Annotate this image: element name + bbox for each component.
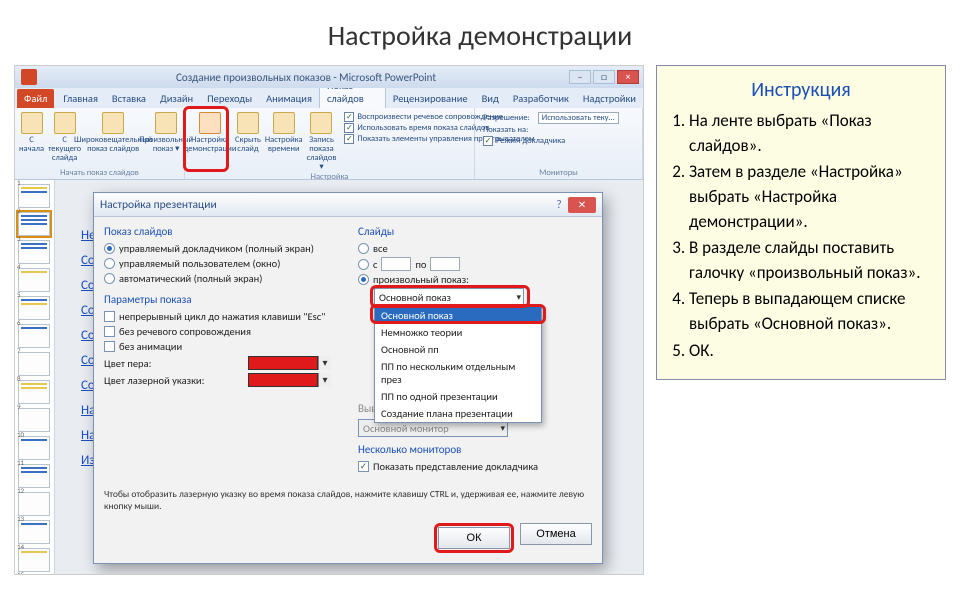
group-start-label: Начать показ слайдов (19, 168, 180, 178)
thumb-1[interactable]: 1 (18, 184, 50, 208)
radio-from-to[interactable]: с по (358, 257, 592, 271)
instruction-step-5: ОК. (689, 339, 931, 364)
tab-file[interactable]: Файл (17, 89, 54, 108)
setup-dialog: Настройка презентации ? ✕ Показ слайдов … (93, 192, 603, 564)
pen-color-row[interactable]: Цвет пера: (104, 356, 338, 370)
tab-home[interactable]: Главная (56, 89, 105, 108)
record-button[interactable]: Запись показа слайдов ▾ (307, 110, 337, 172)
dialog-title: Настройка презентации (100, 198, 217, 212)
tab-animations[interactable]: Анимация (259, 89, 319, 108)
thumb-2[interactable]: 2 (18, 212, 50, 236)
dd-option-theory[interactable]: Немножко теории (375, 324, 541, 341)
radio-user-window[interactable]: управляемый пользователем (окно) (104, 257, 338, 270)
resolution-row[interactable]: Разрешение: Использовать теку... (483, 112, 634, 124)
thumb-8[interactable]: 8 (18, 380, 50, 404)
instruction-list: На ленте выбрать «Показ слайдов». Затем … (671, 109, 931, 363)
thumb-14[interactable]: 14 (18, 548, 50, 572)
powerpoint-icon (21, 69, 37, 85)
tab-view[interactable]: Вид (475, 89, 506, 108)
thumb-6[interactable]: 6 (18, 324, 50, 348)
instruction-panel: Инструкция На ленте выбрать «Показ слайд… (656, 65, 946, 380)
tab-transitions[interactable]: Переходы (200, 89, 259, 108)
thumb-9[interactable]: 9 (18, 408, 50, 432)
instruction-step-4: Теперь в выпадающем списке выбрать «Осно… (689, 287, 931, 336)
thumb-10[interactable]: 10 (18, 436, 50, 460)
tab-insert[interactable]: Вставка (105, 89, 153, 108)
ribbon-body: С начала С текущего слайда Широковещател… (15, 108, 643, 180)
laser-hint: Чтобы отобразить лазерную указку во врем… (94, 483, 602, 517)
tab-design[interactable]: Дизайн (153, 89, 200, 108)
show-on-row: Показать на: (483, 125, 634, 135)
tab-addins[interactable]: Надстройки (576, 89, 643, 108)
presenter-mode-check[interactable]: ✓Режим докладчика (483, 136, 634, 146)
radio-custom-show[interactable]: произвольный показ: (358, 273, 592, 286)
laser-color-swatch[interactable] (248, 373, 318, 387)
ribbon-tabs: Файл Главная Вставка Дизайн Переходы Ани… (15, 88, 643, 108)
hide-slide-button[interactable]: Скрыть слайд (235, 110, 261, 172)
dropdown-list[interactable]: Основной показ Немножко теории Основной … (374, 306, 542, 423)
check-presenter-view[interactable]: ✓Показать представление докладчика (358, 460, 592, 473)
show-type-label: Показ слайдов (104, 225, 338, 238)
group-monitors-label: Мониторы (479, 168, 638, 178)
minimize-button[interactable]: – (569, 70, 591, 84)
show-options-label: Параметры показа (104, 293, 338, 306)
instruction-step-2: Затем в разделе «Настройка» выбрать «Нас… (689, 160, 931, 234)
instruction-step-1: На ленте выбрать «Показ слайдов». (689, 109, 931, 158)
custom-show-dropdown[interactable]: Основной показ (374, 288, 524, 306)
dd-option-plan[interactable]: Создание плана презентации (375, 405, 541, 422)
instruction-step-3: В разделе слайды поставить галочку «прои… (689, 236, 931, 285)
ok-highlight: ОК (434, 523, 514, 553)
radio-kiosk-full[interactable]: автоматический (полный экран) (104, 272, 338, 285)
thumb-13[interactable]: 13 (18, 520, 50, 544)
thumb-5[interactable]: 5 (18, 296, 50, 320)
tab-review[interactable]: Рецензирование (386, 89, 475, 108)
thumbnail-panel[interactable]: 1 2 3 4 5 6 7 8 9 10 11 12 13 14 15 (15, 180, 55, 574)
cancel-button[interactable]: Отмена (520, 523, 592, 545)
radio-presenter-full[interactable]: управляемый докладчиком (полный экран) (104, 242, 338, 255)
dialog-titlebar: Настройка презентации ? ✕ (94, 193, 602, 217)
window-titlebar: Создание произвольных показов - Microsof… (15, 66, 643, 88)
dialog-close-button[interactable]: ✕ (568, 197, 596, 213)
slides-label: Слайды (358, 225, 592, 238)
multi-monitors-label: Несколько мониторов (358, 443, 592, 456)
setup-show-button[interactable]: Настройка демонстрации (189, 110, 231, 172)
rehearse-button[interactable]: Настройка времени (265, 110, 303, 172)
check-no-animation[interactable]: без анимации (104, 340, 338, 353)
thumb-4[interactable]: 4 (18, 268, 50, 292)
tab-developer[interactable]: Разработчик (506, 89, 576, 108)
from-beginning-button[interactable]: С начала (19, 110, 44, 163)
from-field[interactable] (381, 257, 411, 271)
dd-option-several[interactable]: ПП по нескольким отдельным през (375, 358, 541, 388)
page-title: Настройка демонстрации (0, 0, 960, 65)
dd-option-single[interactable]: ПП по одной презентации (375, 388, 541, 405)
dd-option-mainpp[interactable]: Основной пп (375, 341, 541, 358)
window-title: Создание произвольных показов - Microsof… (43, 71, 569, 84)
check-no-narration[interactable]: без речевого сопровождения (104, 325, 338, 338)
broadcast-button[interactable]: Широковещательный показ слайдов (85, 110, 141, 163)
custom-show-button[interactable]: Произвольный показ ▾ (145, 110, 187, 163)
thumb-11[interactable]: 11 (18, 464, 50, 488)
pen-color-swatch[interactable] (248, 356, 318, 370)
ok-button[interactable]: ОК (438, 527, 510, 549)
to-field[interactable] (430, 257, 460, 271)
thumb-12[interactable]: 12 (18, 492, 50, 516)
laser-color-row[interactable]: Цвет лазерной указки: (104, 373, 338, 387)
instruction-title: Инструкция (671, 76, 931, 105)
radio-all-slides[interactable]: все (358, 242, 592, 255)
powerpoint-window: Создание произвольных показов - Microsof… (14, 65, 644, 575)
thumb-7[interactable]: 7 (18, 352, 50, 376)
maximize-button[interactable]: □ (593, 70, 615, 84)
dd-option-main[interactable]: Основной показ (375, 307, 541, 324)
close-button[interactable]: × (617, 70, 639, 84)
check-loop[interactable]: непрерывный цикл до нажатия клавиши "Esc… (104, 310, 338, 323)
thumb-3[interactable]: 3 (18, 240, 50, 264)
